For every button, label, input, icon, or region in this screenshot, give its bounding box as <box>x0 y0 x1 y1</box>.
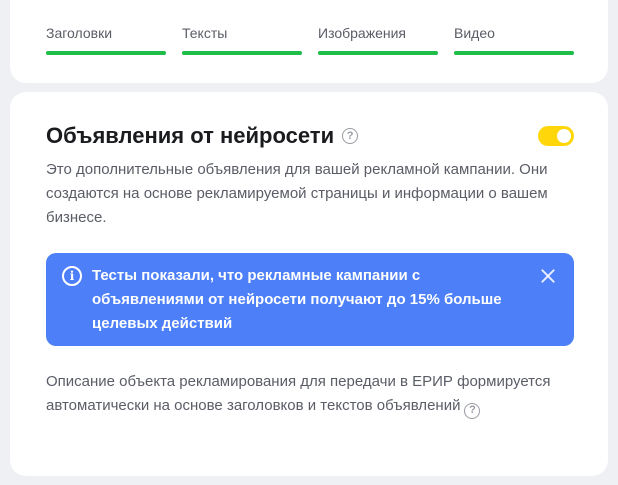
neural-ads-header: Объявления от нейросети ? <box>46 122 574 150</box>
quality-label-headlines: Заголовки <box>46 25 113 41</box>
info-icon: i <box>62 266 82 286</box>
quality-bar-headlines <box>46 51 166 55</box>
quality-indicators: Заголовки Тексты Изображения Видео <box>46 24 574 55</box>
title-wrap: Объявления от нейросети ? <box>46 122 359 150</box>
neural-ads-title: Объявления от нейросети <box>46 123 335 148</box>
quality-bar-texts <box>182 51 302 55</box>
erir-description: Описание объекта рекламирования для пере… <box>46 370 574 419</box>
quality-item-texts: Тексты <box>182 24 302 55</box>
quality-item-video: Видео <box>454 24 574 55</box>
neural-ads-description: Это дополнительные объявления для вашей … <box>46 161 548 226</box>
toggle-knob <box>557 129 571 143</box>
quality-label-video: Видео <box>454 25 495 41</box>
quality-bar-video <box>454 51 574 55</box>
info-banner-text: Тесты показали, что рекламные кампании с… <box>92 267 502 332</box>
quality-label-images: Изображения <box>318 25 406 41</box>
quality-item-images: Изображения <box>318 24 438 55</box>
quality-label-texts: Тексты <box>182 25 228 41</box>
quality-item-headlines: Заголовки <box>46 24 166 55</box>
ad-quality-card: Заголовки Тексты Изображения Видео <box>10 0 608 83</box>
neural-ads-card: Объявления от нейросети ? Это дополнител… <box>10 92 608 476</box>
erir-help-icon[interactable]: ? <box>464 402 481 419</box>
close-icon[interactable] <box>538 266 558 286</box>
info-banner: i Тесты показали, что рекламные кампании… <box>46 253 574 346</box>
quality-bar-images <box>318 51 438 55</box>
neural-ads-toggle[interactable] <box>538 126 574 146</box>
help-icon[interactable]: ? <box>342 128 359 144</box>
